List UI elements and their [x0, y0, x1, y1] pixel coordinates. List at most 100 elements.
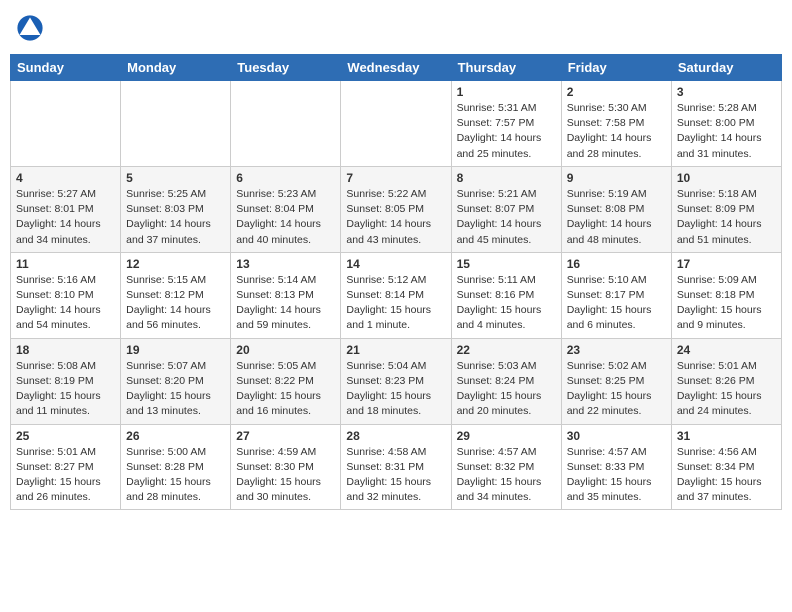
calendar-cell: 19 Sunrise: 5:07 AM Sunset: 8:20 PM Dayli…	[121, 338, 231, 424]
day-info: Sunrise: 5:27 AM Sunset: 8:01 PM Dayligh…	[16, 187, 115, 248]
day-info: Sunrise: 4:58 AM Sunset: 8:31 PM Dayligh…	[346, 445, 445, 506]
day-number: 3	[677, 85, 776, 99]
day-info: Sunrise: 5:22 AM Sunset: 8:05 PM Dayligh…	[346, 187, 445, 248]
calendar-cell: 16 Sunrise: 5:10 AM Sunset: 8:17 PM Dayli…	[561, 252, 671, 338]
calendar-cell: 5 Sunrise: 5:25 AM Sunset: 8:03 PM Daylig…	[121, 166, 231, 252]
calendar-cell: 20Sunrise: 5:05 AM Sunset: 8:22 PM Dayli…	[231, 338, 341, 424]
day-info: Sunrise: 5:05 AM Sunset: 8:22 PM Dayligh…	[236, 359, 335, 420]
calendar-cell	[341, 81, 451, 167]
calendar-cell: 6Sunrise: 5:23 AM Sunset: 8:04 PM Daylig…	[231, 166, 341, 252]
calendar-cell: 12 Sunrise: 5:15 AM Sunset: 8:12 PM Dayli…	[121, 252, 231, 338]
page-header	[10, 10, 782, 46]
calendar-cell: 9 Sunrise: 5:19 AM Sunset: 8:08 PM Daylig…	[561, 166, 671, 252]
day-number: 18	[16, 343, 115, 357]
day-number: 9	[567, 171, 666, 185]
calendar-week-row: 18 Sunrise: 5:08 AM Sunset: 8:19 PM Dayli…	[11, 338, 782, 424]
calendar-week-row: 1 Sunrise: 5:31 AM Sunset: 7:57 PM Daylig…	[11, 81, 782, 167]
day-number: 13	[236, 257, 335, 271]
day-info: Sunrise: 4:56 AM Sunset: 8:34 PM Dayligh…	[677, 445, 776, 506]
day-number: 17	[677, 257, 776, 271]
calendar-cell	[121, 81, 231, 167]
calendar-cell: 2 Sunrise: 5:30 AM Sunset: 7:58 PM Daylig…	[561, 81, 671, 167]
day-info: Sunrise: 5:21 AM Sunset: 8:07 PM Dayligh…	[457, 187, 556, 248]
calendar-cell: 29Sunrise: 4:57 AM Sunset: 8:32 PM Dayli…	[451, 424, 561, 510]
day-info: Sunrise: 5:07 AM Sunset: 8:20 PM Dayligh…	[126, 359, 225, 420]
day-number: 28	[346, 429, 445, 443]
day-info: Sunrise: 5:10 AM Sunset: 8:17 PM Dayligh…	[567, 273, 666, 334]
calendar-week-row: 25Sunrise: 5:01 AM Sunset: 8:27 PM Dayli…	[11, 424, 782, 510]
day-info: Sunrise: 5:11 AM Sunset: 8:16 PM Dayligh…	[457, 273, 556, 334]
calendar-cell: 25Sunrise: 5:01 AM Sunset: 8:27 PM Dayli…	[11, 424, 121, 510]
day-number: 12	[126, 257, 225, 271]
day-info: Sunrise: 5:01 AM Sunset: 8:26 PM Dayligh…	[677, 359, 776, 420]
column-header-friday: Friday	[561, 55, 671, 81]
calendar-cell: 18 Sunrise: 5:08 AM Sunset: 8:19 PM Dayli…	[11, 338, 121, 424]
day-number: 25	[16, 429, 115, 443]
day-info: Sunrise: 5:31 AM Sunset: 7:57 PM Dayligh…	[457, 101, 556, 162]
calendar-cell: 30 Sunrise: 4:57 AM Sunset: 8:33 PM Dayli…	[561, 424, 671, 510]
calendar-cell: 24 Sunrise: 5:01 AM Sunset: 8:26 PM Dayli…	[671, 338, 781, 424]
day-info: Sunrise: 4:59 AM Sunset: 8:30 PM Dayligh…	[236, 445, 335, 506]
day-number: 5	[126, 171, 225, 185]
day-number: 21	[346, 343, 445, 357]
calendar-cell: 22 Sunrise: 5:03 AM Sunset: 8:24 PM Dayli…	[451, 338, 561, 424]
calendar-cell: 11Sunrise: 5:16 AM Sunset: 8:10 PM Dayli…	[11, 252, 121, 338]
day-info: Sunrise: 5:28 AM Sunset: 8:00 PM Dayligh…	[677, 101, 776, 162]
day-info: Sunrise: 4:57 AM Sunset: 8:33 PM Dayligh…	[567, 445, 666, 506]
calendar-cell: 10Sunrise: 5:18 AM Sunset: 8:09 PM Dayli…	[671, 166, 781, 252]
day-number: 1	[457, 85, 556, 99]
day-number: 6	[236, 171, 335, 185]
day-info: Sunrise: 5:30 AM Sunset: 7:58 PM Dayligh…	[567, 101, 666, 162]
calendar-cell: 3 Sunrise: 5:28 AM Sunset: 8:00 PM Daylig…	[671, 81, 781, 167]
calendar-cell: 27 Sunrise: 4:59 AM Sunset: 8:30 PM Dayli…	[231, 424, 341, 510]
calendar-cell	[231, 81, 341, 167]
calendar-table: SundayMondayTuesdayWednesdayThursdayFrid…	[10, 54, 782, 510]
day-number: 4	[16, 171, 115, 185]
day-number: 10	[677, 171, 776, 185]
day-info: Sunrise: 5:15 AM Sunset: 8:12 PM Dayligh…	[126, 273, 225, 334]
day-number: 15	[457, 257, 556, 271]
day-info: Sunrise: 5:25 AM Sunset: 8:03 PM Dayligh…	[126, 187, 225, 248]
calendar-cell	[11, 81, 121, 167]
calendar-cell: 1 Sunrise: 5:31 AM Sunset: 7:57 PM Daylig…	[451, 81, 561, 167]
day-number: 23	[567, 343, 666, 357]
logo	[16, 14, 46, 42]
calendar-week-row: 4 Sunrise: 5:27 AM Sunset: 8:01 PM Daylig…	[11, 166, 782, 252]
day-number: 31	[677, 429, 776, 443]
day-number: 2	[567, 85, 666, 99]
calendar-cell: 31 Sunrise: 4:56 AM Sunset: 8:34 PM Dayli…	[671, 424, 781, 510]
day-info: Sunrise: 5:14 AM Sunset: 8:13 PM Dayligh…	[236, 273, 335, 334]
day-info: Sunrise: 5:19 AM Sunset: 8:08 PM Dayligh…	[567, 187, 666, 248]
day-info: Sunrise: 5:09 AM Sunset: 8:18 PM Dayligh…	[677, 273, 776, 334]
day-number: 26	[126, 429, 225, 443]
calendar-cell: 26Sunrise: 5:00 AM Sunset: 8:28 PM Dayli…	[121, 424, 231, 510]
calendar-cell: 7Sunrise: 5:22 AM Sunset: 8:05 PM Daylig…	[341, 166, 451, 252]
day-number: 8	[457, 171, 556, 185]
calendar-cell: 13 Sunrise: 5:14 AM Sunset: 8:13 PM Dayli…	[231, 252, 341, 338]
day-info: Sunrise: 5:03 AM Sunset: 8:24 PM Dayligh…	[457, 359, 556, 420]
day-info: Sunrise: 5:02 AM Sunset: 8:25 PM Dayligh…	[567, 359, 666, 420]
day-number: 30	[567, 429, 666, 443]
calendar-cell: 17 Sunrise: 5:09 AM Sunset: 8:18 PM Dayli…	[671, 252, 781, 338]
logo-icon	[16, 14, 44, 42]
day-number: 24	[677, 343, 776, 357]
day-number: 19	[126, 343, 225, 357]
calendar-cell: 21 Sunrise: 5:04 AM Sunset: 8:23 PM Dayli…	[341, 338, 451, 424]
column-header-monday: Monday	[121, 55, 231, 81]
column-header-thursday: Thursday	[451, 55, 561, 81]
day-info: Sunrise: 4:57 AM Sunset: 8:32 PM Dayligh…	[457, 445, 556, 506]
column-header-sunday: Sunday	[11, 55, 121, 81]
column-header-saturday: Saturday	[671, 55, 781, 81]
day-number: 14	[346, 257, 445, 271]
calendar-cell: 28 Sunrise: 4:58 AM Sunset: 8:31 PM Dayli…	[341, 424, 451, 510]
day-info: Sunrise: 5:08 AM Sunset: 8:19 PM Dayligh…	[16, 359, 115, 420]
column-header-tuesday: Tuesday	[231, 55, 341, 81]
day-info: Sunrise: 5:04 AM Sunset: 8:23 PM Dayligh…	[346, 359, 445, 420]
calendar-cell: 15 Sunrise: 5:11 AM Sunset: 8:16 PM Dayli…	[451, 252, 561, 338]
calendar-cell: 23 Sunrise: 5:02 AM Sunset: 8:25 PM Dayli…	[561, 338, 671, 424]
day-number: 22	[457, 343, 556, 357]
day-info: Sunrise: 5:16 AM Sunset: 8:10 PM Dayligh…	[16, 273, 115, 334]
day-number: 16	[567, 257, 666, 271]
column-header-wednesday: Wednesday	[341, 55, 451, 81]
day-number: 27	[236, 429, 335, 443]
